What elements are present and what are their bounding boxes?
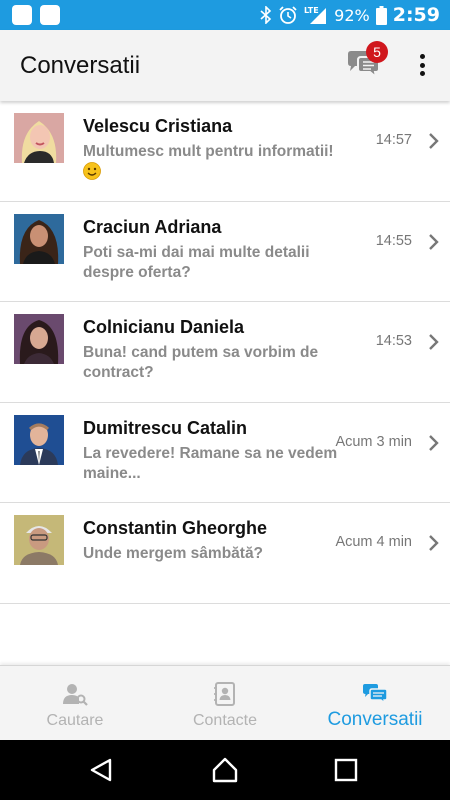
avatar <box>14 414 64 465</box>
avatar <box>14 515 64 565</box>
battery-percent: 92% <box>334 5 370 25</box>
conversation-row[interactable]: Craciun Adriana Poti sa-mi dai mai multe… <box>0 202 450 302</box>
clock: 2:59 <box>392 4 440 26</box>
chat-bubbles-icon <box>363 684 388 705</box>
notification-icon <box>12 5 32 25</box>
conversation-row[interactable]: Constantin Gheorghe Unde mergem sâmbătă?… <box>0 503 450 604</box>
contact-name: Constantin Gheorghe <box>83 518 267 538</box>
message-time: Acum 3 min <box>335 433 412 450</box>
message-time: 14:53 <box>375 333 412 349</box>
message-preview: Multumesc mult pentru informatii! <box>83 142 345 183</box>
message-time: Acum 4 min <box>335 534 412 550</box>
avatar <box>14 213 64 264</box>
chevron-right-icon <box>429 334 439 350</box>
message-preview: Buna! cand putem sa vorbim de contract? <box>83 344 319 381</box>
contact-name: Craciun Adriana <box>83 216 222 237</box>
more-vert-dot <box>419 71 425 76</box>
avatar <box>14 314 64 364</box>
message-preview: Unde mergem sâmbătă? <box>83 545 264 562</box>
recents-icon[interactable] <box>333 757 359 783</box>
network-type-label: LTE <box>304 6 319 15</box>
tab-conversatii[interactable]: Conversatii <box>300 666 450 740</box>
chevron-right-icon <box>429 434 439 451</box>
avatar <box>14 113 64 163</box>
message-time: 14:55 <box>375 232 412 249</box>
notification-icon <box>40 5 60 25</box>
conversation-row[interactable]: Colnicianu Daniela Buna! cand putem sa v… <box>0 302 450 403</box>
message-time: 14:57 <box>375 132 412 148</box>
tab-label: Contacte <box>192 712 258 729</box>
app-bar: Conversatii 5 <box>0 30 450 101</box>
tab-label: Conversatii <box>327 709 423 730</box>
notification-icons <box>0 5 60 25</box>
tab-label: Cautare <box>46 712 104 729</box>
person-search-icon <box>63 684 88 706</box>
alarm-icon <box>278 5 298 25</box>
conversation-row[interactable]: Velescu Cristiana Multumesc mult pentru … <box>0 101 450 202</box>
conversation-row[interactable]: Dumitrescu Catalin La revedere! Ramane s… <box>0 403 450 503</box>
message-text: Multumesc mult pentru informatii! <box>83 143 334 160</box>
messages-button[interactable]: 5 <box>346 41 388 84</box>
conversation-list: Velescu Cristiana Multumesc mult pentru … <box>0 101 450 604</box>
contact-name: Dumitrescu Catalin <box>83 417 248 438</box>
bluetooth-icon <box>260 6 272 24</box>
status-bar: LTE 92% 2:59 <box>0 0 450 30</box>
message-preview: Poti sa-mi dai mai multe detalii despre … <box>83 243 310 281</box>
more-options-button[interactable] <box>412 52 432 78</box>
contact-name: Velescu Cristiana <box>83 116 233 136</box>
tab-cautare[interactable]: Cautare <box>0 666 150 740</box>
chevron-right-icon <box>429 535 439 551</box>
contact-name: Colnicianu Daniela <box>83 317 245 337</box>
message-preview: La revedere! Ramane sa ne vedem maine... <box>83 444 338 482</box>
smiley-emoji-icon <box>83 162 101 180</box>
bottom-nav: Cautare Contacte Conversatii <box>0 665 450 740</box>
unread-badge: 5 <box>366 41 388 63</box>
more-vert-icon <box>419 54 425 59</box>
more-vert-dot <box>419 62 425 68</box>
system-nav-bar <box>0 740 450 800</box>
battery-icon <box>375 5 387 25</box>
chevron-right-icon <box>429 233 439 250</box>
tab-contacte[interactable]: Contacte <box>150 666 300 740</box>
home-icon[interactable] <box>212 757 238 783</box>
page-title: Conversatii <box>20 51 141 79</box>
back-icon[interactable] <box>88 757 114 783</box>
contact-book-icon <box>214 682 235 706</box>
chevron-right-icon <box>429 133 439 149</box>
signal-icon: LTE <box>304 5 328 25</box>
